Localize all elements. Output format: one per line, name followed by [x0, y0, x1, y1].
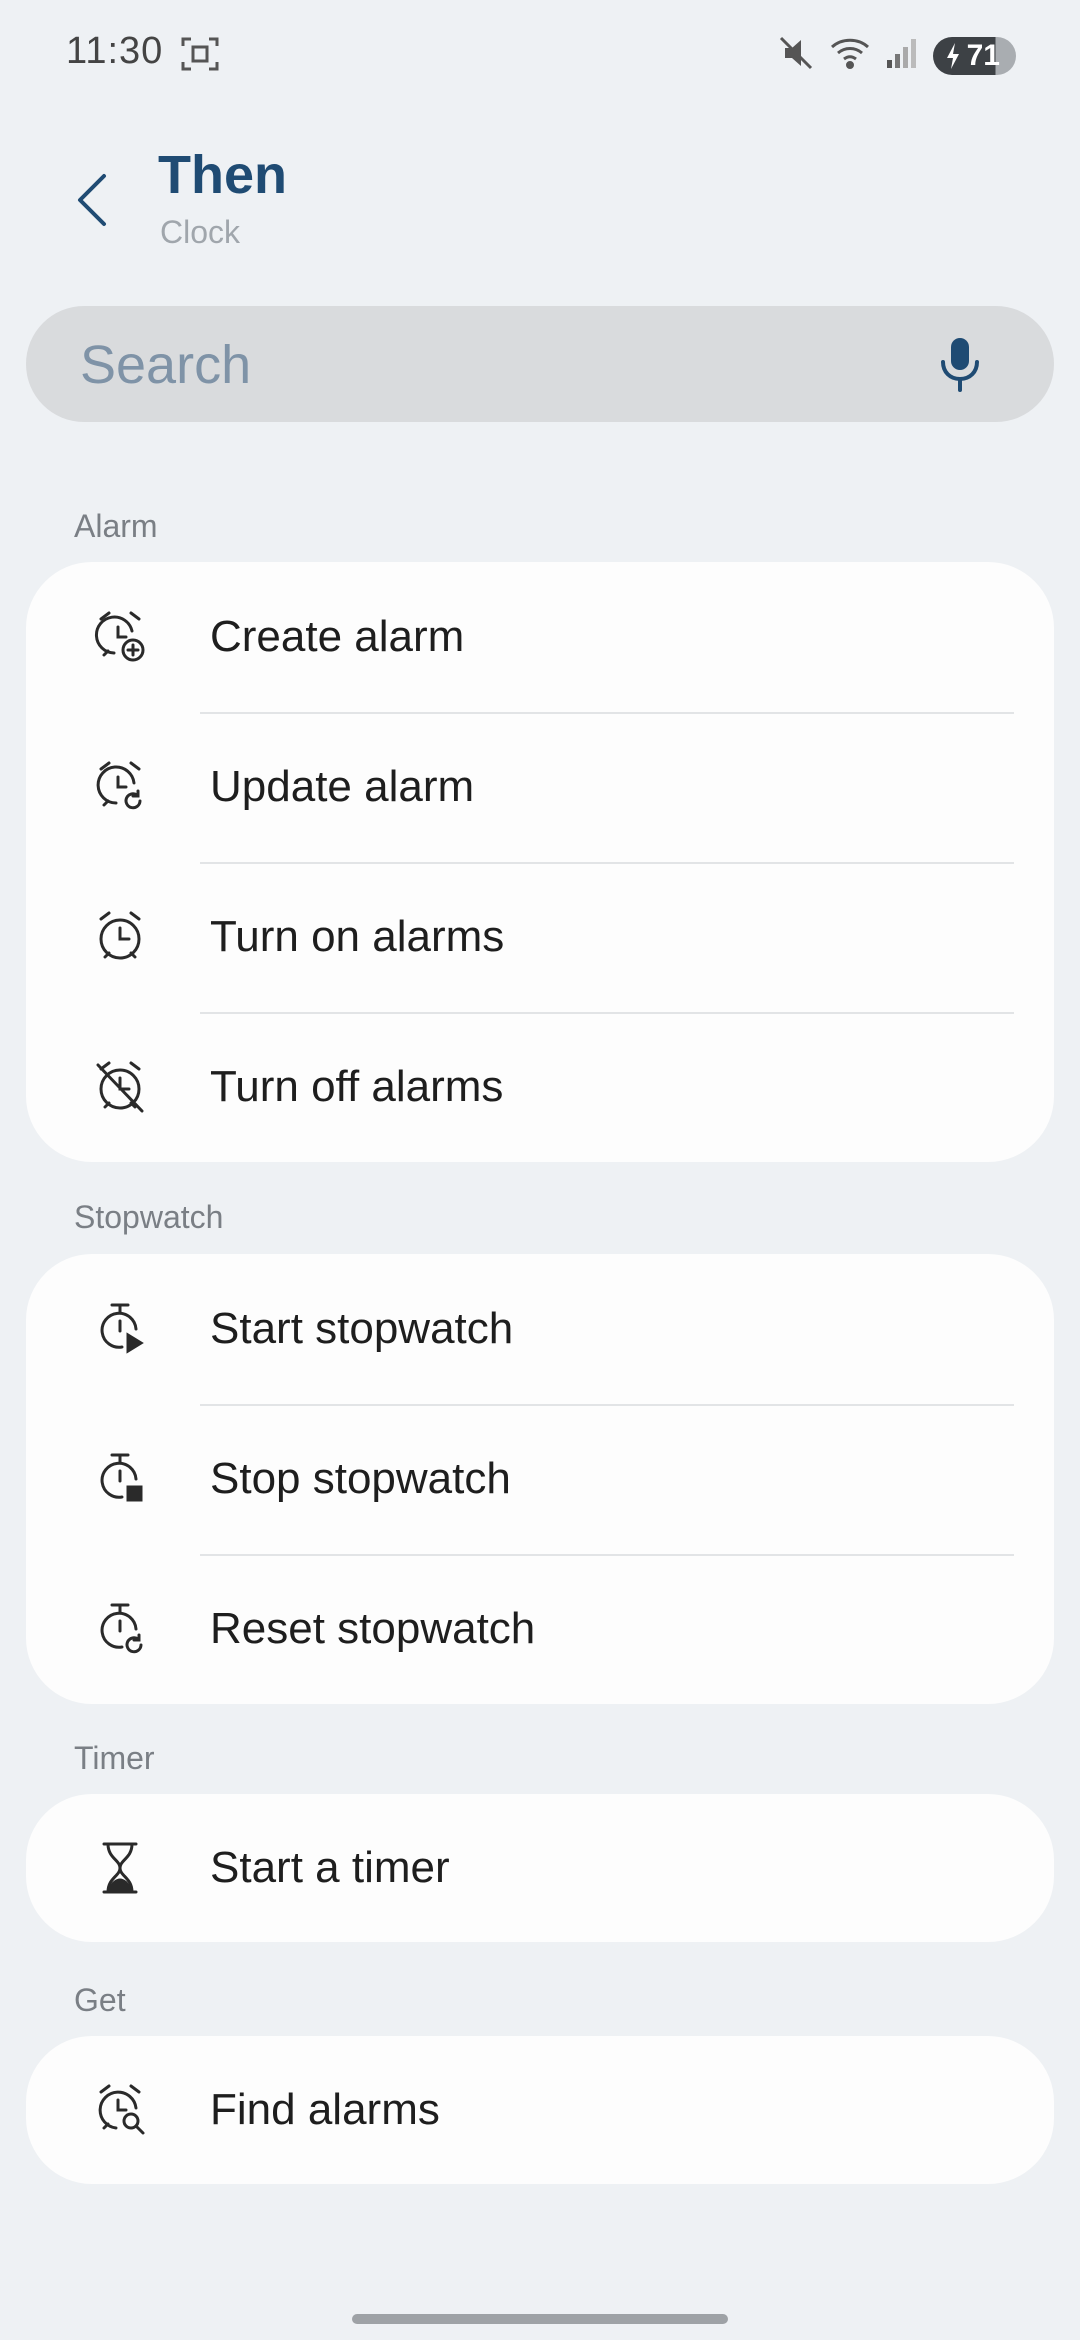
section-label-timer: Timer	[74, 1740, 155, 1776]
list-item-start-stopwatch[interactable]: Start stopwatch	[26, 1254, 1054, 1404]
back-button[interactable]	[62, 162, 122, 238]
hourglass-icon	[102, 1842, 138, 1894]
item-label: Start stopwatch	[210, 1304, 514, 1353]
item-label: Reset stopwatch	[210, 1604, 536, 1653]
alarm-card: Create alarm Update alarm Turn on alarms	[26, 562, 1054, 1162]
item-label: Turn off alarms	[210, 1062, 504, 1111]
home-indicator[interactable]	[352, 2314, 728, 2324]
alarm-update-icon	[96, 761, 142, 810]
list-item-update-alarm[interactable]: Update alarm	[26, 712, 1054, 862]
header: Then Clock	[0, 140, 1080, 270]
screenshot-icon	[180, 36, 220, 77]
stopwatch-stop-icon	[100, 1453, 143, 1502]
item-label: Stop stopwatch	[210, 1454, 511, 1503]
item-label: Turn on alarms	[210, 912, 505, 961]
mute-icon	[777, 34, 815, 77]
list-item-turn-off-alarms[interactable]: Turn off alarms	[26, 1012, 1054, 1162]
battery-icon: 71	[932, 36, 1016, 75]
page-title: Then	[158, 145, 287, 205]
stopwatch-start-icon	[100, 1303, 144, 1354]
alarm-add-icon	[94, 611, 145, 662]
alarm-off-icon	[96, 1061, 144, 1113]
list-item-turn-on-alarms[interactable]: Turn on alarms	[26, 862, 1054, 1012]
list-item-create-alarm[interactable]: Create alarm	[26, 562, 1054, 712]
search-input[interactable]: Search	[80, 334, 251, 396]
chevron-left-icon	[78, 174, 106, 226]
list-item-reset-stopwatch[interactable]: Reset stopwatch	[26, 1554, 1054, 1704]
item-label: Create alarm	[210, 612, 465, 661]
list-item-find-alarms[interactable]: Find alarms	[26, 2036, 1054, 2184]
status-bar: 11:30 71	[0, 0, 1080, 110]
item-label: Update alarm	[210, 762, 475, 811]
alarm-search-icon	[98, 2084, 145, 2135]
section-label-alarm: Alarm	[74, 508, 158, 544]
signal-icon	[885, 36, 919, 75]
section-label-get: Get	[74, 1982, 126, 2018]
status-time: 11:30	[66, 30, 164, 72]
microphone-icon[interactable]	[938, 336, 982, 399]
list-item-stop-stopwatch[interactable]: Stop stopwatch	[26, 1404, 1054, 1554]
stopwatch-card: Start stopwatch Stop stopwatch Reset sto…	[26, 1254, 1054, 1704]
item-label: Find alarms	[210, 2085, 440, 2134]
stopwatch-reset-icon	[100, 1603, 143, 1654]
item-label: Start a timer	[210, 1843, 450, 1892]
alarm-icon	[99, 911, 141, 960]
search-bar[interactable]: Search	[26, 306, 1054, 422]
list-item-start-timer[interactable]: Start a timer	[26, 1794, 1054, 1942]
wifi-icon	[829, 35, 871, 76]
section-label-stopwatch: Stopwatch	[74, 1199, 224, 1235]
get-card: Find alarms	[26, 2036, 1054, 2184]
battery-level: 71	[966, 38, 1000, 72]
page-subtitle: Clock	[160, 214, 241, 250]
timer-card: Start a timer	[26, 1794, 1054, 1942]
